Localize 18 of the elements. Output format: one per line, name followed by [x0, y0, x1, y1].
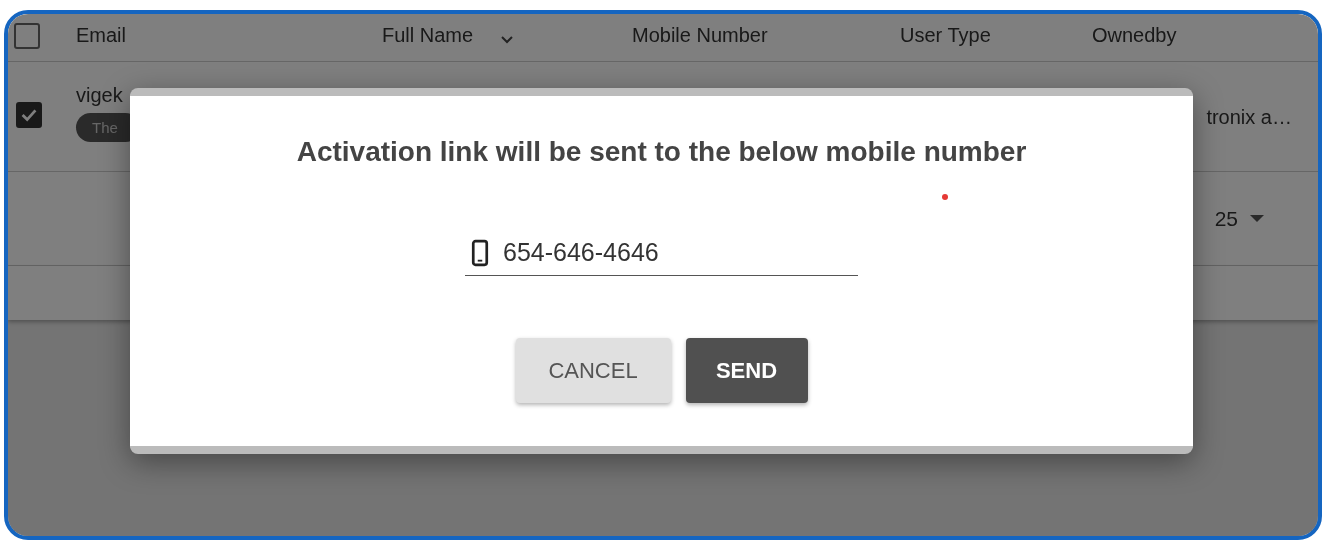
select-all-checkbox[interactable] — [14, 22, 40, 49]
phone-icon — [471, 238, 489, 267]
column-header[interactable]: Email — [76, 24, 126, 47]
owner-text: tronix a… — [1206, 106, 1292, 129]
column-header[interactable]: User Type — [900, 24, 991, 47]
send-button[interactable]: SEND — [685, 338, 808, 403]
column-header[interactable]: Ownedby — [1092, 24, 1177, 47]
column-header[interactable]: Mobile Number — [632, 24, 768, 47]
column-header[interactable]: Full Name — [382, 24, 474, 47]
sort-chevron-icon[interactable] — [501, 35, 514, 44]
row-checkbox[interactable] — [16, 102, 42, 128]
rows-per-page-select[interactable]: 25 — [1214, 206, 1238, 231]
caret-icon[interactable] — [1250, 215, 1264, 222]
dialog-title: Activation link will be sent to the below mobile number — [296, 136, 1027, 168]
cancel-button[interactable]: CANCEL — [515, 338, 671, 403]
dot-mark — [942, 194, 948, 200]
email-text: vigek — [76, 84, 124, 107]
phone-field[interactable]: 654-646-4646 — [503, 238, 803, 267]
